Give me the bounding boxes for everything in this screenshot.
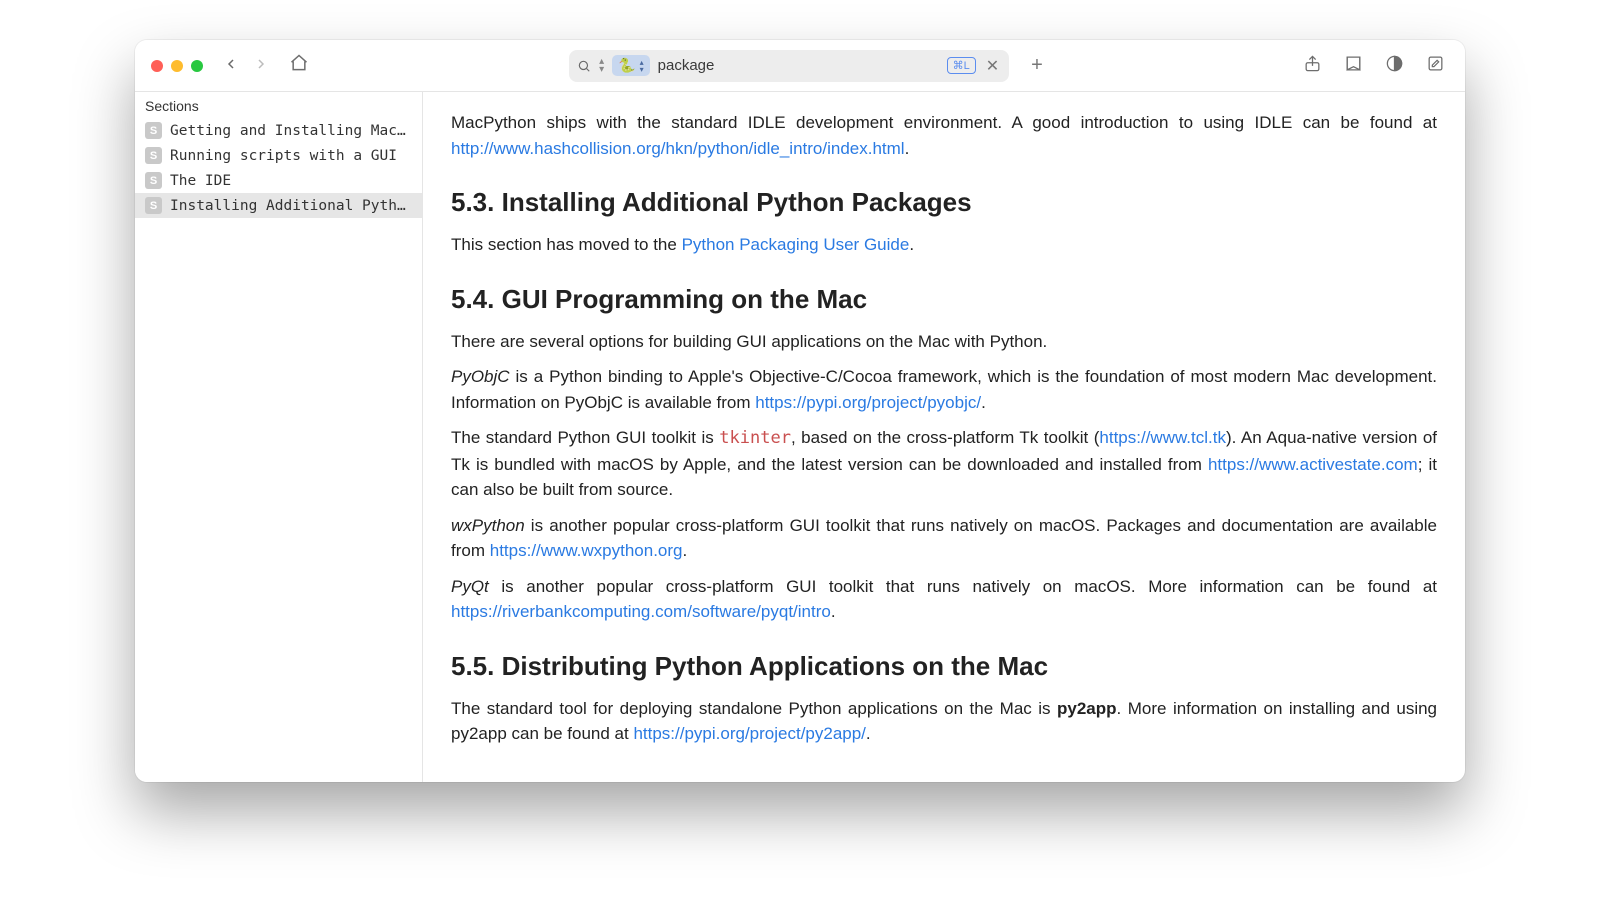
share-button[interactable]	[1303, 54, 1322, 78]
appearance-button[interactable]	[1385, 54, 1404, 78]
paragraph-5-4-intro: There are several options for building G…	[451, 329, 1437, 355]
main-content[interactable]: MacPython ships with the standard IDLE d…	[423, 92, 1465, 782]
toolbar-right	[1303, 54, 1449, 78]
browser-window: ▴▾ 🐍 ▴▾ ⌘L ✕ +	[135, 40, 1465, 782]
sidebar-item-label: Getting and Installing Mac…	[170, 123, 406, 139]
section-badge-icon: S	[145, 172, 162, 189]
section-badge-icon: S	[145, 197, 162, 214]
code-tkinter: tkinter	[719, 428, 791, 448]
sidebar-item-the-ide[interactable]: S The IDE	[135, 168, 422, 193]
zoom-window-button[interactable]	[191, 60, 203, 72]
link-tcltk[interactable]: https://www.tcl.tk	[1099, 428, 1226, 447]
search-icon	[577, 59, 591, 73]
sidebar-item-label: The IDE	[170, 173, 231, 189]
python-icon: 🐍	[618, 57, 635, 74]
paragraph-pyqt: PyQt is another popular cross-platform G…	[451, 574, 1437, 625]
edit-button[interactable]	[1426, 54, 1445, 78]
back-button[interactable]	[223, 56, 239, 76]
sidebar-item-running-scripts[interactable]: S Running scripts with a GUI	[135, 143, 422, 168]
site-favicon-chip[interactable]: 🐍 ▴▾	[612, 55, 649, 76]
link-wxpython[interactable]: https://www.wxpython.org	[490, 541, 683, 560]
link-packaging-guide[interactable]: Python Packaging User Guide	[682, 235, 910, 254]
heading-5-5: 5.5. Distributing Python Applications on…	[451, 647, 1437, 686]
sidebar-item-getting-installing[interactable]: S Getting and Installing Mac…	[135, 118, 422, 143]
paragraph-intro: MacPython ships with the standard IDLE d…	[451, 110, 1437, 161]
paragraph-wxpython: wxPython is another popular cross-platfo…	[451, 513, 1437, 564]
section-badge-icon: S	[145, 147, 162, 164]
bookmarks-button[interactable]	[1344, 54, 1363, 78]
window-body: Sections S Getting and Installing Mac… S…	[135, 92, 1465, 782]
sidebar-item-label: Running scripts with a GUI	[170, 148, 397, 164]
link-activestate[interactable]: https://www.actives­tate.com	[1208, 455, 1418, 474]
window-controls	[151, 60, 203, 72]
forward-button[interactable]	[253, 56, 269, 76]
paragraph-5-3: This section has moved to the Python Pac…	[451, 232, 1437, 258]
nav-buttons	[223, 53, 309, 78]
sidebar: Sections S Getting and Installing Mac… S…	[135, 92, 423, 782]
close-window-button[interactable]	[151, 60, 163, 72]
heading-5-3: 5.3. Installing Additional Python Packag…	[451, 183, 1437, 222]
paragraph-tkinter: The standard Python GUI toolkit is tkint…	[451, 425, 1437, 503]
address-input[interactable]	[658, 57, 939, 74]
link-pyqt[interactable]: https://riverbankcomputing.com/software/…	[451, 602, 831, 621]
section-badge-icon: S	[145, 122, 162, 139]
sidebar-header: Sections	[135, 92, 422, 118]
sidebar-item-label: Installing Additional Pyth…	[170, 198, 406, 214]
heading-5-4: 5.4. GUI Programming on the Mac	[451, 280, 1437, 319]
paragraph-pyobjc: PyObjC is a Python binding to Apple's Ob…	[451, 364, 1437, 415]
link-idle-intro[interactable]: http://www.hashcollision.org/hkn/python/…	[451, 139, 905, 158]
paragraph-5-5: The standard tool for deploying standalo…	[451, 696, 1437, 747]
titlebar: ▴▾ 🐍 ▴▾ ⌘L ✕ +	[135, 40, 1465, 92]
search-scope-stepper[interactable]: ▴▾	[599, 58, 604, 74]
shortcut-badge: ⌘L	[947, 57, 976, 74]
home-button[interactable]	[283, 53, 309, 78]
minimize-window-button[interactable]	[171, 60, 183, 72]
new-tab-button[interactable]: +	[1031, 54, 1043, 77]
sidebar-item-installing-additional[interactable]: S Installing Additional Pyth…	[135, 193, 422, 218]
address-bar[interactable]: ▴▾ 🐍 ▴▾ ⌘L ✕	[569, 50, 1009, 82]
link-py2app[interactable]: https://pypi.org/project/py2app/	[633, 724, 865, 743]
link-pyobjc[interactable]: https://pypi.org/project/pyobjc/	[755, 393, 981, 412]
clear-address-button[interactable]: ✕	[984, 56, 1001, 76]
